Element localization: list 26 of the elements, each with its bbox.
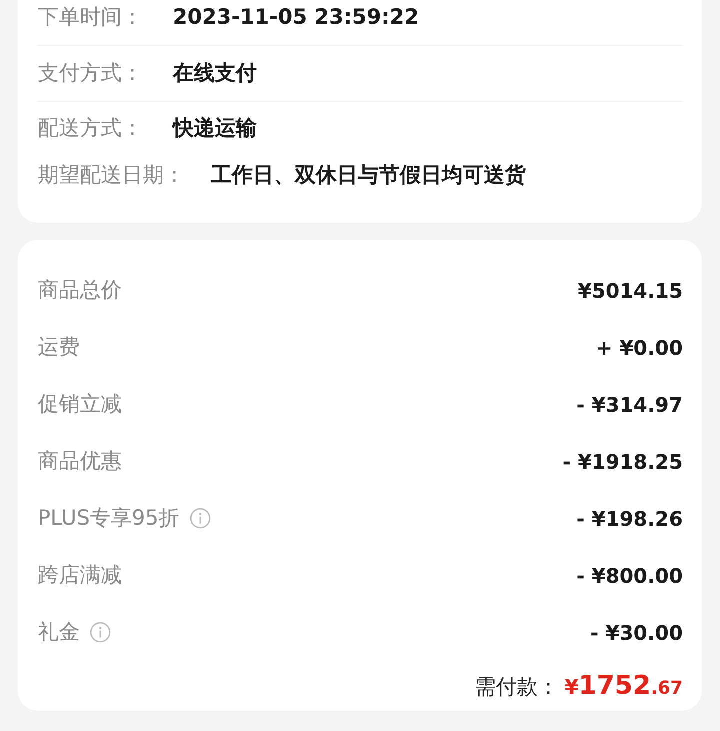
field-value: 2023-11-05 23:59:22: [173, 4, 420, 31]
field-label: 下单时间：: [38, 4, 144, 31]
price-amount: - ¥198.26: [576, 506, 683, 532]
field-value: 工作日、双休日与节假日均可送货: [211, 162, 526, 190]
price-label: 礼金: [38, 618, 80, 646]
total-label: 需付款：: [474, 674, 559, 701]
info-icon[interactable]: [190, 508, 211, 529]
field-value: 在线支付: [173, 60, 257, 87]
price-label: 促销立减: [38, 390, 122, 418]
field-label: 支付方式：: [38, 60, 144, 87]
price-amount: - ¥800.00: [576, 562, 683, 590]
price-label: 运费: [38, 334, 80, 361]
field-label: 期望配送日期：: [38, 162, 186, 190]
price-amount: + ¥0.00: [596, 334, 683, 362]
price-label: 商品总价: [38, 276, 122, 304]
price-amount: - ¥30.00: [590, 620, 683, 646]
price-amount: ¥5014.15: [578, 278, 683, 304]
field-value: 快递运输: [173, 115, 257, 142]
price-label: 商品优惠: [38, 448, 122, 475]
total-price: ¥1752.67: [564, 670, 683, 703]
price-amount: - ¥1918.25: [562, 448, 683, 476]
price-label: 跨店满减: [38, 562, 122, 589]
price-label: PLUS专享95折: [38, 504, 180, 532]
info-icon[interactable]: [90, 622, 111, 643]
price-amount: - ¥314.97: [576, 392, 683, 418]
field-label: 配送方式：: [38, 115, 144, 142]
